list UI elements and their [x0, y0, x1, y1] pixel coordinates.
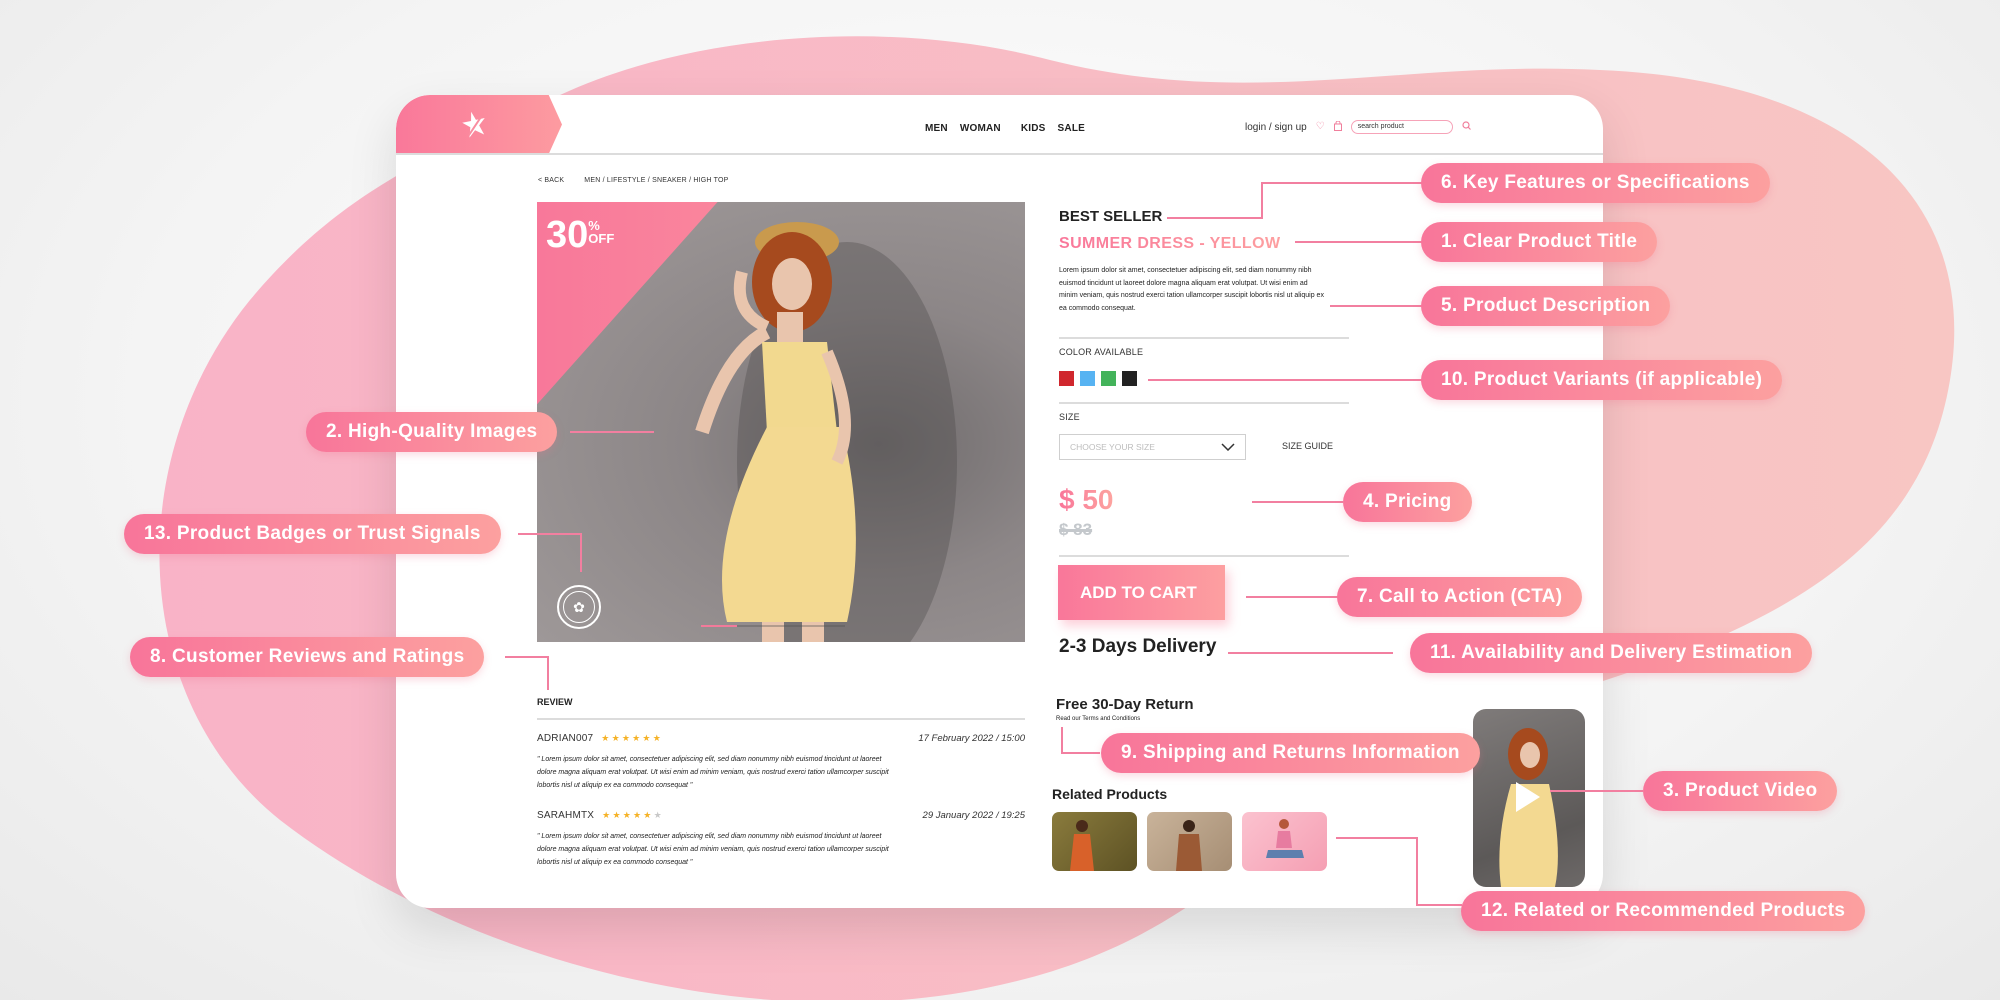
- terms-link[interactable]: Read our Terms and Conditions: [1056, 716, 1140, 722]
- price: $ 50: [1059, 484, 1114, 515]
- star-icon: ★: [632, 733, 641, 743]
- star-rating: ★ ★ ★ ★ ★ ★: [602, 810, 662, 821]
- swatch-red[interactable]: [1059, 371, 1074, 386]
- annotation-video: 3. Product Video: [1643, 771, 1838, 811]
- discount-badge: 30 % OFF: [546, 216, 614, 254]
- carousel-dot[interactable]: [809, 625, 845, 627]
- discount-value: 30: [546, 214, 589, 256]
- review-heading: REVIEW: [537, 697, 573, 707]
- annotation-trust-signals: 13. Product Badges or Trust Signals: [124, 514, 501, 554]
- related-product-card[interactable]: [1147, 812, 1232, 871]
- related-product-image: [1070, 820, 1094, 871]
- star-icon: ★: [611, 733, 620, 743]
- divider: [1059, 402, 1349, 404]
- account-bar: login / sign up ♡ search product: [1245, 120, 1471, 134]
- swatch-green[interactable]: [1101, 371, 1116, 386]
- star-rating: ★ ★ ★ ★ ★ ★: [601, 733, 661, 744]
- related-product-image: [1176, 820, 1202, 871]
- carousel-indicator[interactable]: [701, 625, 845, 627]
- star-icon: ★: [622, 810, 632, 820]
- annotation-variants: 10. Product Variants (if applicable): [1421, 360, 1783, 400]
- logo[interactable]: [396, 95, 562, 154]
- size-label: SIZE: [1059, 412, 1080, 422]
- nav-men[interactable]: MEN: [925, 123, 948, 134]
- star-empty-icon: ★: [653, 810, 662, 820]
- annotation-images: 2. High-Quality Images: [306, 412, 558, 452]
- annotation-delivery: 11. Availability and Delivery Estimation: [1410, 633, 1813, 673]
- nav-sale[interactable]: SALE: [1058, 123, 1085, 134]
- size-select[interactable]: CHOOSE YOUR SIZE: [1059, 434, 1246, 460]
- search-icon[interactable]: [1462, 121, 1471, 133]
- star-icon: ★: [602, 810, 611, 820]
- login-signup-link[interactable]: login / sign up: [1245, 122, 1307, 133]
- star-icon: ★: [642, 733, 651, 743]
- annotation-description: 5. Product Description: [1421, 286, 1671, 326]
- review-date: 29 January 2022 / 19:25: [922, 810, 1025, 821]
- annotation-reviews: 8. Customer Reviews and Ratings: [130, 637, 485, 677]
- search-input[interactable]: search product: [1350, 120, 1453, 134]
- star-icon: ★: [612, 810, 621, 820]
- best-seller-label: BEST SELLER: [1059, 208, 1163, 225]
- related-product-image: [1266, 819, 1304, 858]
- product-video[interactable]: [1473, 709, 1585, 887]
- review-date: 17 February 2022 / 15:00: [918, 733, 1025, 744]
- divider: [1059, 337, 1349, 339]
- divider: [1059, 555, 1349, 557]
- bag-icon[interactable]: [1333, 120, 1342, 134]
- delivery-estimate: 2-3 Days Delivery: [1059, 636, 1217, 657]
- heart-icon[interactable]: ♡: [1316, 122, 1325, 132]
- main-nav: MEN WOMAN KIDS SALE: [925, 123, 1085, 134]
- returns-title: Free 30-Day Return: [1056, 696, 1194, 713]
- star-icon: [462, 111, 485, 138]
- nav-kids[interactable]: KIDS: [1021, 123, 1046, 134]
- review-text: " Lorem ipsum dolor sit amet, consectetu…: [537, 756, 889, 789]
- related-product-card[interactable]: [1242, 812, 1327, 871]
- annotation-related: 12. Related or Recommended Products: [1461, 891, 1866, 931]
- back-link[interactable]: < BACK: [538, 177, 564, 184]
- annotation-product-title: 1. Clear Product Title: [1421, 222, 1658, 262]
- star-icon: ★: [643, 810, 652, 820]
- add-to-cart-button[interactable]: ADD TO CART: [1058, 565, 1225, 620]
- old-price: $ 83: [1059, 520, 1093, 539]
- review-text: " Lorem ipsum dolor sit amet, consectetu…: [537, 833, 889, 866]
- star-icon: ★: [601, 733, 610, 743]
- chevron-down-icon: [1221, 443, 1235, 451]
- carousel-dot[interactable]: [737, 625, 773, 627]
- review-item: SARAHMTX ★ ★ ★ ★ ★ ★ 29 January 2022 / 19:25 …: [537, 810, 1025, 869]
- product-image[interactable]: 30 % OFF ✿: [537, 202, 1025, 642]
- related-title: Related Products: [1052, 786, 1168, 802]
- color-label: COLOR AVAILABLE: [1059, 347, 1144, 357]
- size-placeholder: CHOOSE YOUR SIZE: [1070, 442, 1155, 452]
- star-icon: ★: [652, 733, 661, 743]
- trust-seal-icon: ✿: [557, 585, 601, 629]
- related-product-card[interactable]: [1052, 812, 1137, 871]
- discount-off: OFF: [588, 231, 615, 246]
- header-divider: [396, 153, 1603, 155]
- carousel-dot[interactable]: [773, 625, 809, 627]
- size-guide-link[interactable]: SIZE GUIDE: [1282, 441, 1333, 451]
- swatch-black[interactable]: [1122, 371, 1137, 386]
- review-user: SARAHMTX: [537, 810, 595, 821]
- swatch-blue[interactable]: [1080, 371, 1095, 386]
- annotation-key-features: 6. Key Features or Specifications: [1421, 163, 1770, 203]
- breadcrumb-path[interactable]: MEN / LIFESTYLE / SNEAKER / HIGH TOP: [584, 177, 728, 184]
- play-icon[interactable]: [1516, 782, 1540, 812]
- nav-woman[interactable]: WOMAN: [960, 123, 1001, 134]
- color-swatches: [1059, 371, 1137, 386]
- annotation-pricing: 4. Pricing: [1343, 482, 1472, 522]
- annotation-shipping: 9. Shipping and Returns Information: [1101, 733, 1480, 773]
- product-description: Lorem ipsum dolor sit amet, consectetuer…: [1059, 267, 1324, 312]
- review-divider: [537, 718, 1025, 720]
- product-title: SUMMER DRESS - YELLOW: [1059, 235, 1281, 252]
- review-item: ADRIAN007 ★ ★ ★ ★ ★ ★ 17 February 2022 / 15:0…: [537, 733, 1025, 792]
- star-icon: ★: [621, 733, 631, 743]
- review-user: ADRIAN007: [537, 733, 594, 744]
- annotation-cta: 7. Call to Action (CTA): [1337, 577, 1583, 617]
- breadcrumb: < BACK MEN / LIFESTYLE / SNEAKER / HIGH …: [538, 177, 729, 184]
- carousel-dot[interactable]: [701, 625, 737, 627]
- star-icon: ★: [633, 810, 642, 820]
